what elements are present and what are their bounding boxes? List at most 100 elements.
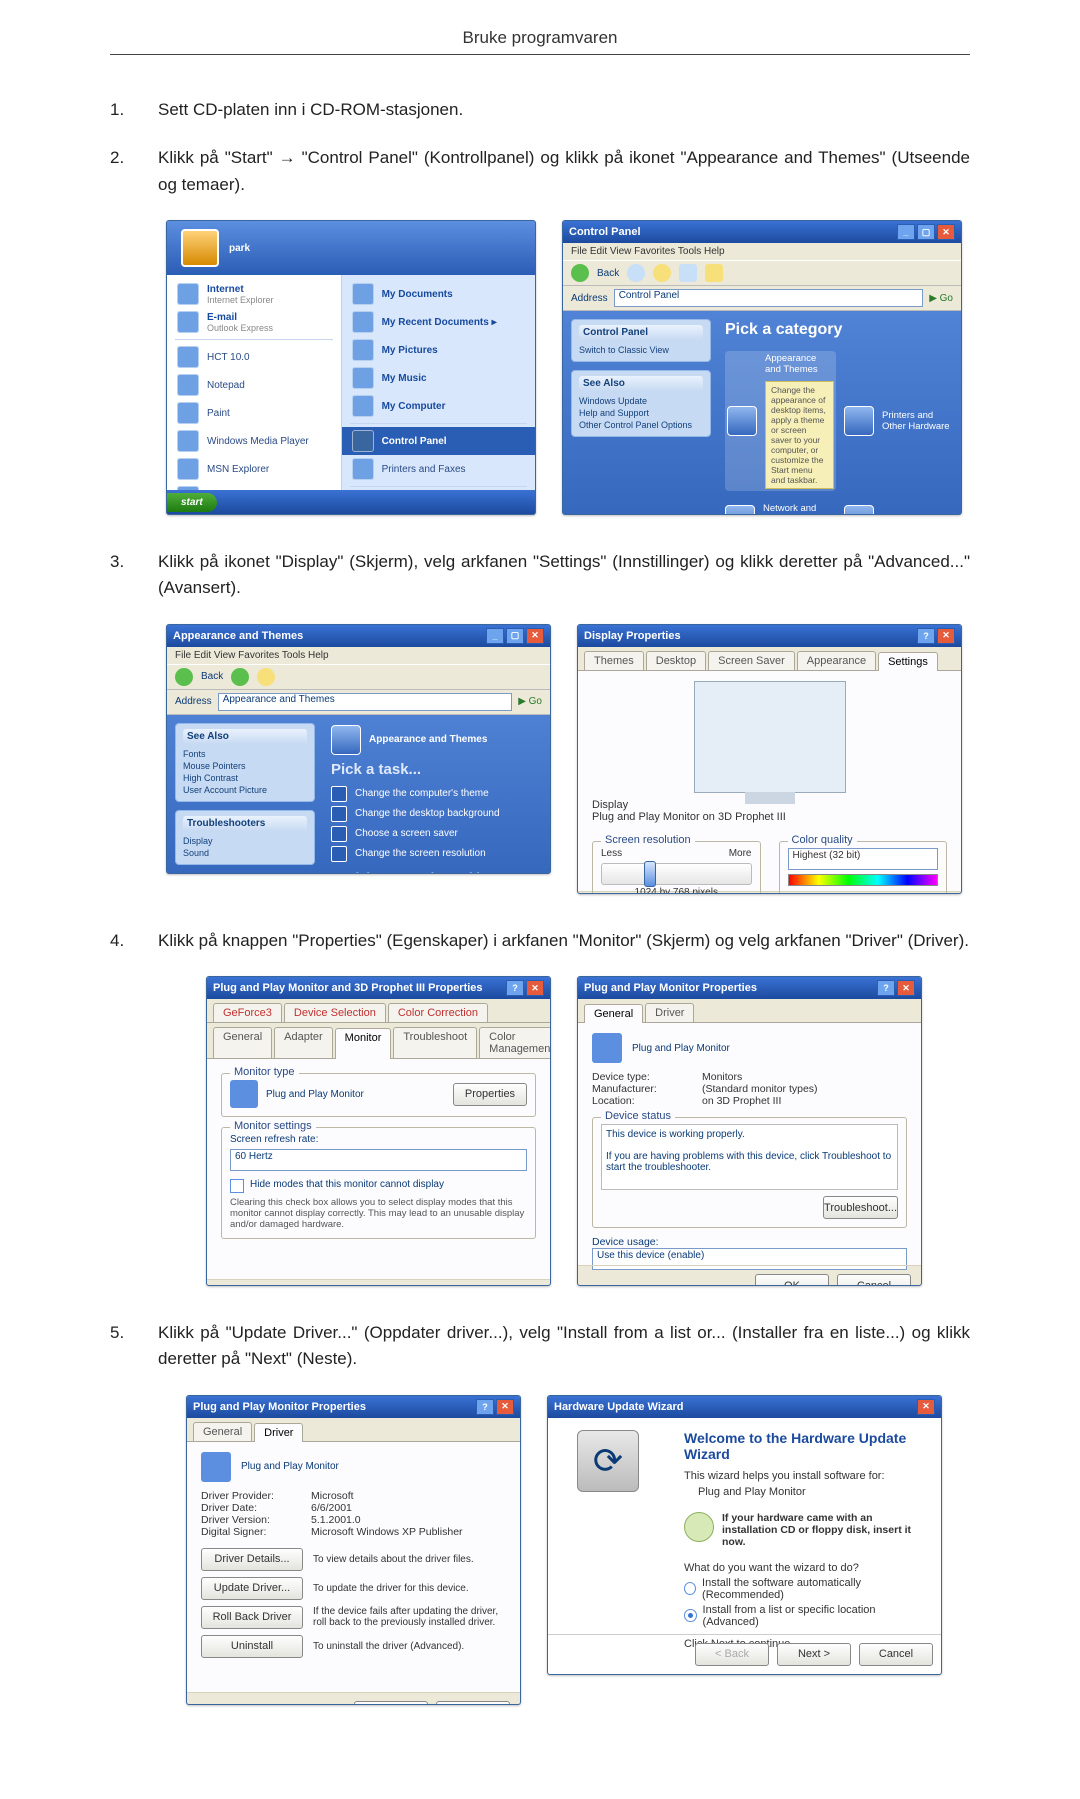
cancel-button[interactable]: Cancel: [859, 1643, 933, 1666]
start-item-control-panel[interactable]: Control Panel: [342, 427, 535, 455]
start-item-hct[interactable]: HCT 10.0: [167, 343, 341, 371]
cancel-button[interactable]: Cancel: [837, 1274, 911, 1286]
folders-icon[interactable]: [705, 264, 723, 282]
start-item-paint[interactable]: Paint: [167, 399, 341, 427]
cancel-button[interactable]: Cancel: [436, 1701, 510, 1705]
start-item-recent[interactable]: My Recent Documents ▸: [342, 308, 535, 336]
task-resolution[interactable]: Change the screen resolution: [331, 846, 542, 862]
task-screensaver[interactable]: Choose a screen saver: [331, 826, 542, 842]
start-item-msn[interactable]: MSN Explorer: [167, 455, 341, 483]
min-icon[interactable]: _: [486, 628, 504, 644]
link-help-support[interactable]: Help and Support: [579, 407, 703, 419]
close-icon[interactable]: ✕: [937, 224, 955, 240]
up-icon[interactable]: [257, 668, 275, 686]
refresh-rate-select[interactable]: 60 Hertz: [230, 1149, 527, 1171]
help-icon[interactable]: ?: [476, 1399, 494, 1415]
driver-details-button[interactable]: Driver Details...: [201, 1548, 303, 1571]
wizard-heading: Welcome to the Hardware Update Wizard: [684, 1430, 925, 1462]
tab-desktop[interactable]: Desktop: [646, 651, 706, 670]
appearance-icon: [331, 725, 361, 755]
start-right-column: My Documents My Recent Documents ▸ My Pi…: [342, 275, 535, 490]
close-icon[interactable]: ✕: [897, 980, 915, 996]
help-icon[interactable]: ?: [917, 628, 935, 644]
option-auto[interactable]: Install the software automatically (Reco…: [684, 1577, 925, 1601]
help-icon[interactable]: ?: [877, 980, 895, 996]
task-background[interactable]: Change the desktop background: [331, 806, 542, 822]
wizard-icon: ⟳: [577, 1430, 639, 1492]
category-printers[interactable]: Printers and Other Hardware: [844, 351, 955, 491]
tab-appearance[interactable]: Appearance: [797, 651, 876, 670]
start-left-column: InternetInternet Explorer E-mailOutlook …: [167, 275, 342, 490]
next-button[interactable]: Next >: [777, 1643, 851, 1666]
close-icon[interactable]: ✕: [937, 628, 955, 644]
forward-icon[interactable]: [627, 264, 645, 282]
start-item-wmp[interactable]: Windows Media Player: [167, 427, 341, 455]
close-icon[interactable]: ✕: [526, 628, 544, 644]
monitor-icon: [230, 1080, 258, 1108]
link-other-options[interactable]: Other Control Panel Options: [579, 419, 703, 431]
properties-button[interactable]: Properties: [453, 1083, 527, 1106]
monitor-preview: [694, 681, 846, 793]
tab-colormgmt[interactable]: Color Management: [479, 1027, 551, 1058]
tab-general[interactable]: General: [213, 1027, 272, 1058]
ok-button[interactable]: OK: [354, 1701, 428, 1705]
figure-row-b: Appearance and Themes _▢✕ File Edit View…: [110, 624, 970, 894]
forward-icon[interactable]: [231, 668, 249, 686]
tab-monitor[interactable]: Monitor: [335, 1028, 392, 1059]
max-icon[interactable]: ▢: [917, 224, 935, 240]
help-icon[interactable]: ?: [506, 980, 524, 996]
window-title: Control Panel: [569, 226, 641, 238]
uninstall-button[interactable]: Uninstall: [201, 1635, 303, 1658]
tab-troubleshoot[interactable]: Troubleshoot: [393, 1027, 477, 1058]
tab-adapter[interactable]: Adapter: [274, 1027, 333, 1058]
category-network[interactable]: Network and Internet Connections: [725, 503, 836, 515]
tab-general[interactable]: General: [193, 1422, 252, 1441]
tab-themes[interactable]: Themes: [584, 651, 644, 670]
troubleshoot-button[interactable]: Troubleshoot...: [823, 1196, 898, 1219]
device-status-box: This device is working properly. If you …: [601, 1124, 898, 1190]
max-icon[interactable]: ▢: [506, 628, 524, 644]
link-windows-update[interactable]: Windows Update: [579, 395, 703, 407]
search-icon[interactable]: [679, 264, 697, 282]
up-icon[interactable]: [653, 264, 671, 282]
start-item-email[interactable]: E-mailOutlook Express: [167, 308, 341, 336]
min-icon[interactable]: _: [897, 224, 915, 240]
switch-classic-link[interactable]: Switch to Classic View: [579, 344, 703, 356]
close-icon[interactable]: ✕: [496, 1399, 514, 1415]
color-quality-select[interactable]: Highest (32 bit): [788, 848, 939, 870]
back-icon[interactable]: [571, 264, 589, 282]
category-users[interactable]: User Accounts: [844, 503, 955, 515]
step-1: 1.Sett CD-platen inn i CD-ROM-stasjonen.: [110, 97, 970, 123]
start-button[interactable]: start: [167, 493, 217, 512]
go-button[interactable]: ▶ Go: [518, 696, 542, 707]
tab-driver[interactable]: Driver: [645, 1003, 694, 1022]
back-icon[interactable]: [175, 668, 193, 686]
close-icon[interactable]: ✕: [917, 1399, 935, 1415]
address-input[interactable]: Appearance and Themes: [218, 693, 513, 711]
tab-driver[interactable]: Driver: [254, 1423, 303, 1442]
rollback-driver-button[interactable]: Roll Back Driver: [201, 1606, 303, 1629]
tab-general[interactable]: General: [584, 1004, 643, 1023]
go-button[interactable]: ▶ Go: [929, 293, 953, 304]
start-item-notepad[interactable]: Notepad: [167, 371, 341, 399]
resolution-slider[interactable]: [601, 863, 752, 885]
option-list[interactable]: Install from a list or specific location…: [684, 1604, 925, 1628]
category-appearance[interactable]: Appearance and ThemesChange the appearan…: [725, 351, 836, 491]
tab-settings[interactable]: Settings: [878, 652, 938, 671]
hide-modes-checkbox[interactable]: Hide modes that this monitor cannot disp…: [230, 1179, 527, 1193]
start-item-mydocs[interactable]: My Documents: [342, 280, 535, 308]
start-item-mypics[interactable]: My Pictures: [342, 336, 535, 364]
update-driver-button[interactable]: Update Driver...: [201, 1577, 303, 1600]
ok-button[interactable]: OK: [755, 1274, 829, 1286]
close-icon[interactable]: ✕: [526, 980, 544, 996]
start-item-printers[interactable]: Printers and Faxes: [342, 455, 535, 483]
address-input[interactable]: Control Panel: [614, 289, 924, 307]
start-item-internet[interactable]: InternetInternet Explorer: [167, 280, 341, 308]
task-theme[interactable]: Change the computer's theme: [331, 786, 542, 802]
start-item-mymusic[interactable]: My Music: [342, 364, 535, 392]
tab-screensaver[interactable]: Screen Saver: [708, 651, 795, 670]
back-button[interactable]: < Back: [695, 1643, 769, 1666]
start-item-mycomputer[interactable]: My Computer: [342, 392, 535, 420]
menu-bar[interactable]: File Edit View Favorites Tools Help: [563, 243, 961, 260]
pick-category-heading: Pick a category: [725, 321, 955, 339]
